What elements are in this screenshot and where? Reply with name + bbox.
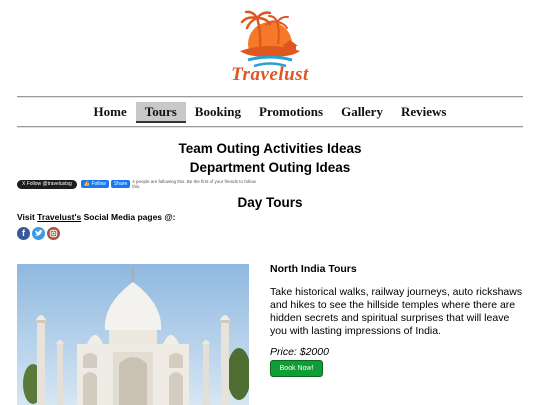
book-now-button[interactable]: Book Now!	[270, 360, 323, 377]
nav-reviews[interactable]: Reviews	[392, 102, 456, 121]
department-outing-link[interactable]: Department Outing Ideas	[0, 160, 540, 175]
day-tours-heading: Day Tours	[237, 195, 303, 210]
main-nav: Home Tours Booking Promotions Gallery Re…	[0, 102, 540, 123]
instagram-icon[interactable]	[47, 227, 60, 240]
facebook-icon[interactable]: f	[17, 227, 30, 240]
tour-title: North India Tours	[270, 263, 357, 275]
brand-name: Travelust	[231, 64, 309, 85]
nav-home[interactable]: Home	[85, 102, 136, 121]
facebook-follow-text: 4 people are following this. Be the firs…	[132, 179, 256, 189]
nav-tours[interactable]: Tours	[135, 102, 186, 123]
nav-booking[interactable]: Booking	[186, 102, 250, 121]
team-outing-link[interactable]: Team Outing Activities Ideas	[0, 141, 540, 156]
tour-price: Price: $2000	[270, 346, 329, 358]
social-follow-row: X Follow @travelustsg 👍 Follow Share 4 p…	[17, 179, 262, 189]
nav-top-divider	[17, 96, 523, 98]
twitter-follow-button[interactable]: X Follow @travelustsg	[17, 179, 77, 189]
social-visit-text: Visit Travelust's Social Media pages @:	[17, 212, 176, 222]
facebook-follow-button[interactable]: 👍 Follow	[80, 180, 109, 188]
nav-bottom-divider	[17, 126, 523, 128]
travelust-social-link[interactable]: Travelust's	[37, 212, 81, 222]
twitter-icon[interactable]	[32, 227, 45, 240]
facebook-share-button[interactable]: Share	[110, 180, 131, 188]
taj-mahal-photo	[17, 264, 249, 405]
facebook-like-icon: 👍	[83, 181, 91, 187]
social-icons: f	[17, 227, 60, 240]
tour-description: Take historical walks, railway journeys,…	[270, 286, 523, 337]
nav-gallery[interactable]: Gallery	[332, 102, 392, 121]
nav-promotions[interactable]: Promotions	[250, 102, 332, 121]
